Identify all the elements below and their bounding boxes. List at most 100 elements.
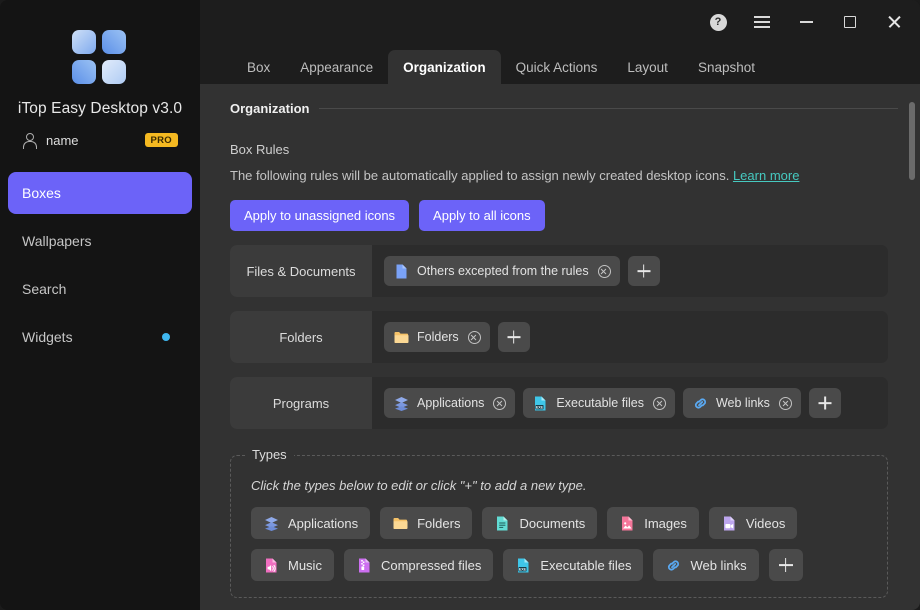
remove-chip-icon[interactable] xyxy=(778,396,792,410)
exe-icon: EXE xyxy=(532,395,549,412)
type-chip-web-links[interactable]: Web links xyxy=(653,549,759,581)
tab-bar: Box Appearance Organization Quick Action… xyxy=(200,44,920,84)
rule-row: Folders Folders xyxy=(230,311,888,363)
type-chip-applications[interactable]: Applications xyxy=(251,507,371,539)
rule-chip-folders[interactable]: Folders xyxy=(384,322,490,352)
rule-chip-list: Others excepted from the rules xyxy=(372,245,888,297)
box-rules-label: Box Rules xyxy=(230,142,290,157)
type-chip-music[interactable]: Music xyxy=(251,549,334,581)
chip-label: Web links xyxy=(715,396,770,410)
sidebar: iTop Easy Desktop v3.0 name PRO Boxes Wa… xyxy=(0,0,200,610)
types-hint: Click the types below to edit or click "… xyxy=(251,478,587,493)
pro-badge: PRO xyxy=(144,132,178,148)
link-icon xyxy=(665,557,682,574)
image-icon xyxy=(619,515,636,532)
rule-row: Programs Applications EXE Executable fil… xyxy=(230,377,888,429)
rule-row: Files & Documents Others excepted from t… xyxy=(230,245,888,297)
link-icon xyxy=(692,395,709,412)
rule-chip-executable-files[interactable]: EXE Executable files xyxy=(523,388,675,418)
tab-label: Layout xyxy=(627,59,668,75)
help-button[interactable]: ? xyxy=(696,4,740,40)
content-scrollbar[interactable] xyxy=(908,84,916,610)
account-name: name xyxy=(46,132,79,148)
type-chip-label: Folders xyxy=(417,515,461,531)
tab-appearance[interactable]: Appearance xyxy=(285,50,388,84)
menu-icon xyxy=(754,13,770,32)
type-chip-executable-files[interactable]: EXE Executable files xyxy=(503,549,644,581)
tab-label: Quick Actions xyxy=(515,59,598,75)
title-bar: ? xyxy=(200,0,920,44)
account-row[interactable]: name PRO xyxy=(0,132,200,149)
apply-buttons: Apply to unassigned icons Apply to all i… xyxy=(230,200,898,231)
content-area: Organization Box Rules The following rul… xyxy=(200,84,920,610)
maximize-button[interactable] xyxy=(828,4,872,40)
type-chip-label: Music xyxy=(288,557,322,573)
chip-label: Folders xyxy=(417,330,459,344)
header-divider xyxy=(319,108,898,109)
sidebar-item-label: Wallpapers xyxy=(22,233,92,249)
document-icon xyxy=(494,515,511,532)
add-rule-chip-button[interactable] xyxy=(497,322,530,352)
sidebar-item-label: Search xyxy=(22,281,67,297)
menu-button[interactable] xyxy=(740,4,784,40)
sidebar-item-search[interactable]: Search xyxy=(8,268,192,310)
tab-label: Box xyxy=(247,59,271,75)
tab-label: Organization xyxy=(403,59,486,75)
logo-square-bottom-right xyxy=(102,60,126,84)
add-rule-chip-button[interactable] xyxy=(627,256,660,286)
type-chip-folders[interactable]: Folders xyxy=(380,507,473,539)
apply-to-all-icons-button[interactable]: Apply to all icons xyxy=(419,200,545,231)
type-chip-label: Compressed files xyxy=(380,557,482,573)
remove-chip-icon[interactable] xyxy=(493,396,507,410)
rule-chip-list: Folders xyxy=(372,311,888,363)
sidebar-item-widgets[interactable]: Widgets xyxy=(8,316,192,358)
add-rule-chip-button[interactable] xyxy=(808,388,841,418)
app-window: iTop Easy Desktop v3.0 name PRO Boxes Wa… xyxy=(0,0,920,610)
add-type-button[interactable] xyxy=(768,549,803,581)
close-button[interactable] xyxy=(872,4,916,40)
rule-category-label: Programs xyxy=(230,377,372,429)
main-panel: ? Box Appearance Organization Quick Acti… xyxy=(200,0,920,610)
types-section: Types Click the types below to edit or c… xyxy=(230,447,888,598)
sidebar-item-wallpapers[interactable]: Wallpapers xyxy=(8,220,192,262)
layers-icon xyxy=(263,515,280,532)
tab-organization[interactable]: Organization xyxy=(388,50,501,84)
description-text: The following rules will be automaticall… xyxy=(230,168,730,183)
type-chip-documents[interactable]: Documents xyxy=(482,507,598,539)
tab-layout[interactable]: Layout xyxy=(612,50,683,84)
layers-icon xyxy=(393,395,410,412)
svg-text:EXE: EXE xyxy=(519,567,527,571)
rule-category-label: Files & Documents xyxy=(230,245,372,297)
type-chip-label: Videos xyxy=(745,515,786,531)
rule-chip-web-links[interactable]: Web links xyxy=(682,388,801,418)
tab-box[interactable]: Box xyxy=(232,50,285,84)
box-rules-description: The following rules will be automaticall… xyxy=(230,168,898,183)
type-chip-images[interactable]: Images xyxy=(607,507,699,539)
scrollbar-thumb[interactable] xyxy=(909,102,915,180)
sidebar-item-boxes[interactable]: Boxes xyxy=(8,172,192,214)
logo-square-top-right xyxy=(102,30,126,54)
user-icon xyxy=(22,132,38,149)
tab-label: Snapshot xyxy=(697,59,755,75)
exe-icon: EXE xyxy=(515,557,532,574)
remove-chip-icon[interactable] xyxy=(652,396,666,410)
rule-chip-applications[interactable]: Applications xyxy=(384,388,516,418)
rule-category-label: Folders xyxy=(230,311,372,363)
remove-chip-icon[interactable] xyxy=(467,330,481,344)
apply-to-unassigned-icons-button[interactable]: Apply to unassigned icons xyxy=(230,200,410,231)
tab-quick-actions[interactable]: Quick Actions xyxy=(501,50,613,84)
tab-snapshot[interactable]: Snapshot xyxy=(683,50,770,84)
type-chip-videos[interactable]: Videos xyxy=(708,507,798,539)
maximize-icon xyxy=(844,16,856,28)
minimize-button[interactable] xyxy=(784,4,828,40)
music-icon xyxy=(263,557,280,574)
rule-chip-others-excepted[interactable]: Others excepted from the rules xyxy=(384,256,620,286)
type-chip-compressed-files[interactable]: Compressed files xyxy=(343,549,494,581)
types-legend: Types xyxy=(245,447,294,462)
remove-chip-icon[interactable] xyxy=(597,264,611,278)
folder-icon xyxy=(393,329,410,346)
learn-more-link[interactable]: Learn more xyxy=(733,168,799,183)
sidebar-nav: Boxes Wallpapers Search Widgets xyxy=(0,172,200,358)
type-chip-label: Applications xyxy=(288,515,359,531)
rule-chip-list: Applications EXE Executable files Web li… xyxy=(372,377,888,429)
